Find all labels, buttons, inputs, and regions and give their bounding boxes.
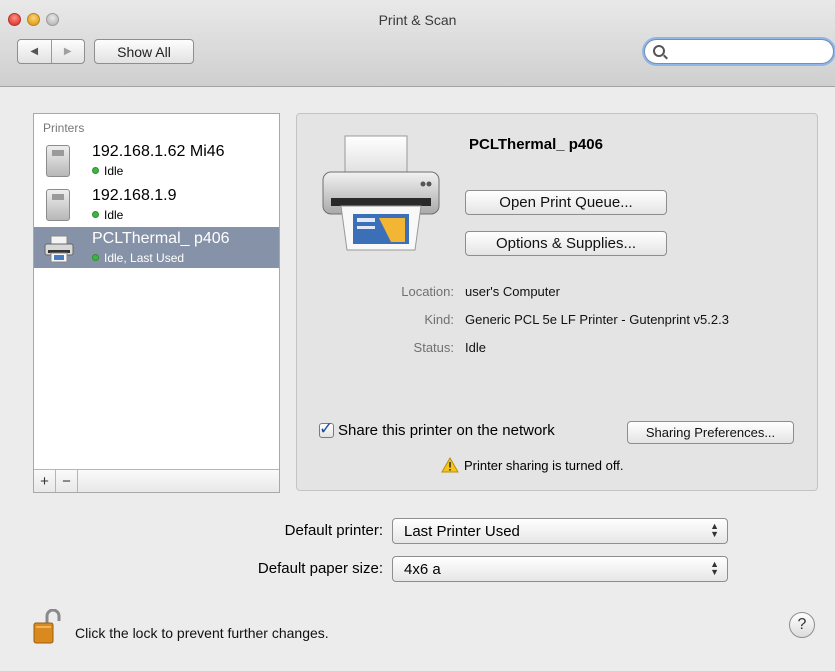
search-icon	[653, 45, 665, 57]
kind-label: Kind:	[424, 312, 454, 327]
help-button[interactable]: ?	[789, 612, 815, 638]
printer-name: 192.168.1.62 Mi46	[92, 143, 225, 160]
popup-arrows-icon: ▲ ▼	[710, 559, 719, 577]
default-printer-label: Default printer:	[284, 522, 383, 539]
kind-value: Generic PCL 5e LF Printer - Gutenprint v…	[465, 312, 729, 327]
sharing-warning-text: Printer sharing is turned off.	[464, 457, 624, 473]
options-supplies-button[interactable]: Options & Supplies...	[465, 231, 667, 256]
open-print-queue-button[interactable]: Open Print Queue...	[465, 190, 667, 215]
status-label: Status:	[413, 340, 454, 355]
status-dot-icon	[92, 211, 99, 218]
default-printer-select[interactable]: Last Printer Used ▲ ▼	[392, 518, 728, 544]
printer-thumbnail-icon	[46, 145, 70, 177]
share-printer-row: ✓ Share this printer on the network	[319, 419, 555, 439]
default-printer-value: Last Printer Used	[404, 523, 520, 540]
printer-list-item[interactable]: 192.168.1.62 Mi46 Idle	[34, 140, 279, 181]
forward-button[interactable]: ▶	[50, 40, 85, 63]
sharing-preferences-button[interactable]: Sharing Preferences...	[627, 421, 794, 444]
default-paper-value: 4x6 a	[404, 561, 441, 578]
forward-arrow-icon: ▶	[63, 46, 72, 57]
window-titlebar: Print & Scan ◀ ▶ Show All	[0, 0, 835, 87]
printer-list-footer: + −	[34, 469, 279, 492]
printer-large-icon	[322, 135, 440, 251]
location-label: Location:	[401, 284, 454, 299]
share-printer-label[interactable]: Share this printer on the network	[338, 422, 555, 439]
window-title: Print & Scan	[378, 12, 457, 28]
printer-thumbnail-icon	[46, 189, 70, 221]
lock-icon[interactable]	[33, 609, 61, 645]
location-value: user's Computer	[465, 284, 560, 299]
selected-printer-name: PCLThermal_ p406	[469, 136, 603, 153]
add-printer-button[interactable]: +	[34, 470, 56, 492]
status-dot-icon	[92, 254, 99, 261]
location-row: Location: user's Computer	[297, 284, 819, 302]
share-printer-checkbox[interactable]: ✓	[319, 419, 334, 438]
lock-message[interactable]: Click the lock to prevent further change…	[75, 625, 329, 641]
printer-list-header: Printers	[43, 121, 85, 135]
lock-area: Click the lock to prevent further change…	[33, 609, 433, 649]
printer-status: Idle	[92, 208, 123, 222]
kind-row: Kind: Generic PCL 5e LF Printer - Gutenp…	[297, 312, 819, 330]
default-paper-select[interactable]: 4x6 a ▲ ▼	[392, 556, 728, 582]
printer-name: PCLThermal_ p406	[92, 230, 230, 247]
printer-name: 192.168.1.9	[92, 187, 177, 204]
popup-arrows-icon: ▲ ▼	[710, 521, 719, 539]
show-all-button[interactable]: Show All	[94, 39, 194, 64]
default-printer-row: Default printer: Last Printer Used ▲ ▼	[0, 518, 835, 544]
back-arrow-icon: ◀	[30, 46, 39, 57]
back-forward-control: ◀ ▶	[17, 39, 85, 64]
printer-detail-panel: PCLThermal_ p406 Open Print Queue... Opt…	[296, 113, 818, 491]
printer-status: Idle, Last Used	[92, 251, 184, 265]
default-paper-label: Default paper size:	[257, 560, 383, 577]
printer-list-item-selected[interactable]: PCLThermal_ p406 Idle, Last Used	[34, 227, 279, 268]
printer-status: Idle	[92, 164, 123, 178]
search-field[interactable]	[644, 39, 834, 64]
status-value: Idle	[465, 340, 486, 355]
checkmark-icon: ✓	[319, 419, 334, 438]
remove-printer-button[interactable]: −	[56, 470, 78, 492]
status-row: Status: Idle	[297, 340, 819, 358]
status-dot-icon	[92, 167, 99, 174]
printer-thumbnail-icon	[44, 235, 74, 263]
sharing-warning: Printer sharing is turned off.	[441, 457, 623, 473]
warning-icon	[441, 457, 459, 473]
default-paper-row: Default paper size: 4x6 a ▲ ▼	[0, 556, 835, 582]
printer-list-item[interactable]: 192.168.1.9 Idle	[34, 184, 279, 225]
back-button[interactable]: ◀	[18, 40, 51, 63]
printer-list[interactable]: Printers 192.168.1.62 Mi46 Idle 192.168.…	[33, 113, 280, 493]
